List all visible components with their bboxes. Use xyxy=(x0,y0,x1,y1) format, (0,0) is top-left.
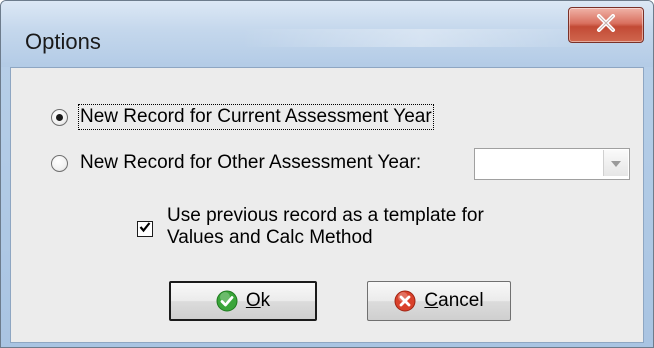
radio-other-year-label: New Record for Other Assessment Year: xyxy=(80,152,422,173)
template-checkbox[interactable] xyxy=(137,221,153,237)
dialog-body: New Record for Current Assessment Year N… xyxy=(10,67,644,343)
radio-current-year-label: New Record for Current Assessment Year xyxy=(78,104,434,130)
cancel-mnemonic: C xyxy=(424,290,439,311)
cancel-label-rest: ancel xyxy=(438,290,484,311)
radio-current-year-button[interactable] xyxy=(51,108,68,126)
options-dialog: Options New Record for Current Assessmen… xyxy=(0,0,654,348)
ok-label: Ok xyxy=(246,290,270,312)
ok-button[interactable]: Ok xyxy=(169,281,317,321)
red-x-icon xyxy=(394,290,416,312)
close-icon xyxy=(595,13,617,37)
radio-other-year-button[interactable] xyxy=(51,154,68,172)
green-check-icon xyxy=(216,290,238,312)
radio-other-year[interactable]: New Record for Other Assessment Year: xyxy=(51,152,421,174)
close-button[interactable] xyxy=(568,7,644,43)
title-bar-glass xyxy=(241,29,601,47)
radio-current-year[interactable]: New Record for Current Assessment Year xyxy=(51,104,434,130)
chevron-down-icon xyxy=(611,154,621,172)
template-checkbox-label-line1: Use previous record as a template for xyxy=(167,205,484,226)
ok-label-rest: k xyxy=(260,290,271,311)
dropdown-arrow-button[interactable] xyxy=(603,150,628,176)
cancel-button[interactable]: Cancel xyxy=(367,281,511,321)
template-checkbox-label-line2: Values and Calc Method xyxy=(167,227,373,248)
window-title: Options xyxy=(25,29,101,54)
template-checkbox-row[interactable]: Use previous record as a template for Va… xyxy=(137,205,547,249)
ok-mnemonic: O xyxy=(245,290,261,311)
assessment-year-dropdown[interactable] xyxy=(474,148,630,180)
check-icon xyxy=(139,220,151,238)
cancel-label: Cancel xyxy=(424,290,483,312)
title-bar[interactable]: Options xyxy=(1,1,653,67)
template-checkbox-label: Use previous record as a template for Va… xyxy=(167,205,547,249)
